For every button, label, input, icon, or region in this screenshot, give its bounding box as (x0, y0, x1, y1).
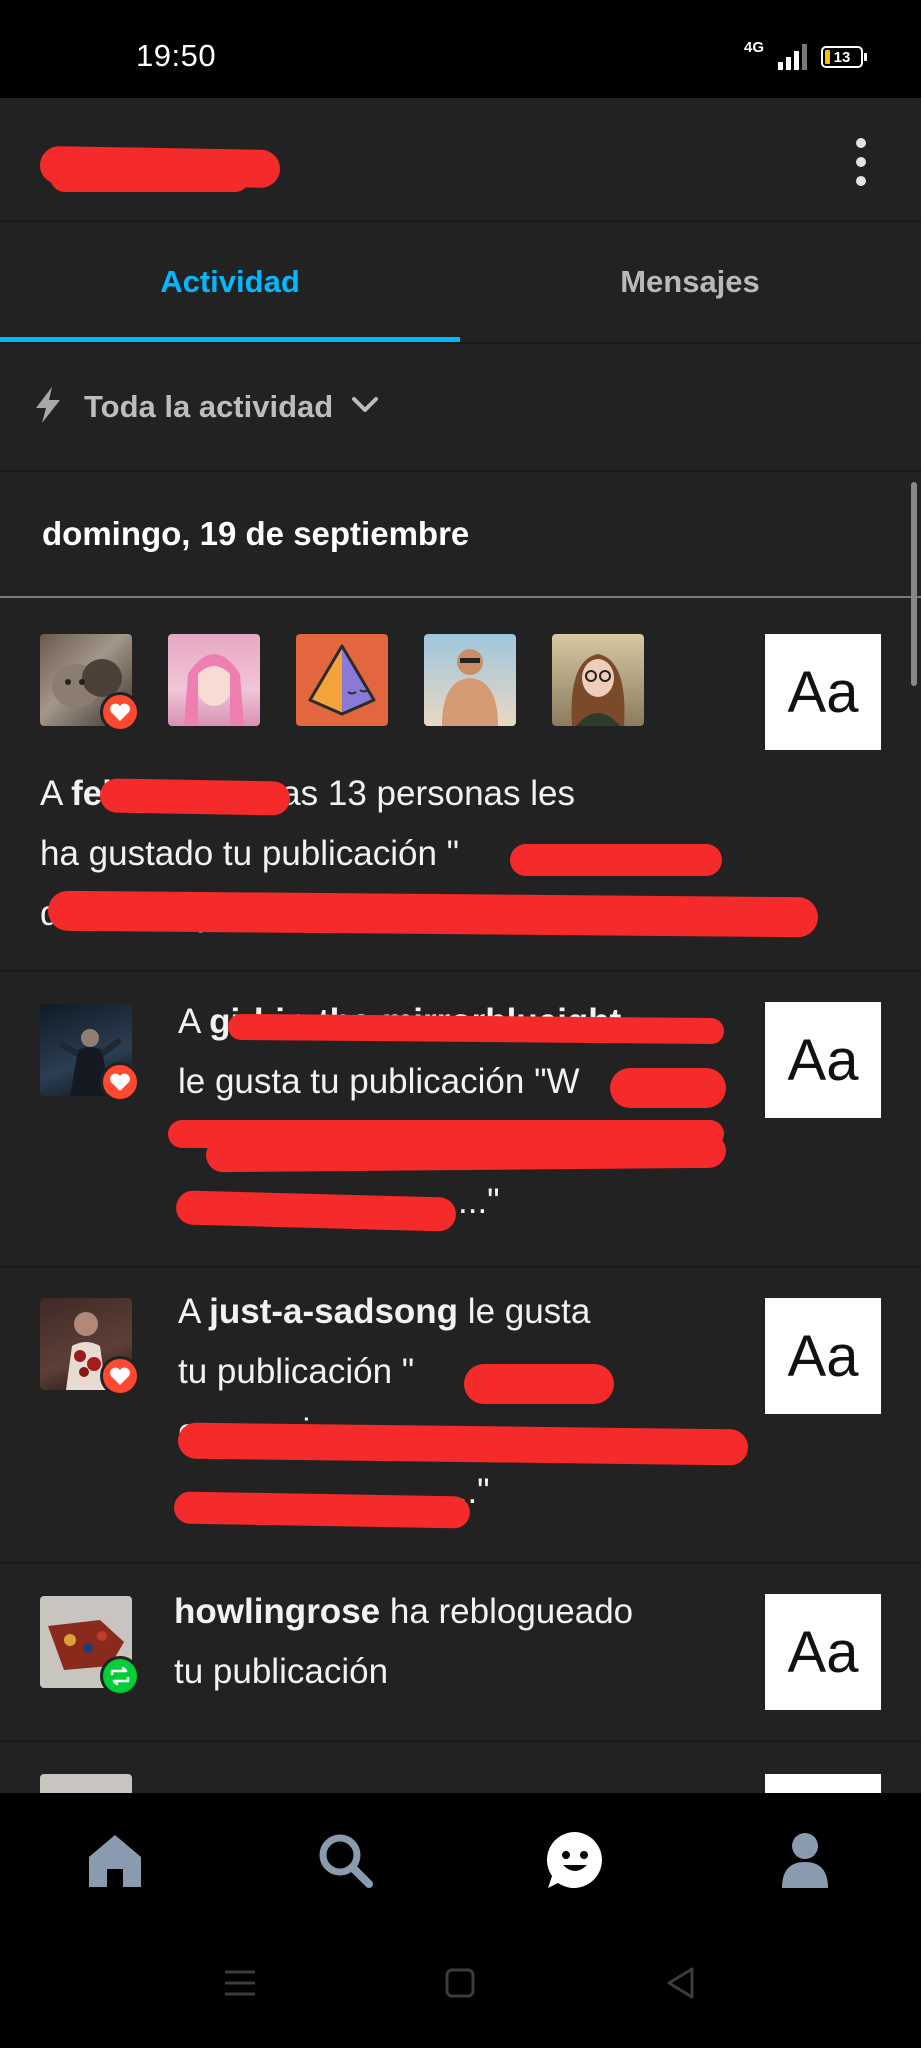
tab-messages[interactable]: Mensajes (460, 222, 920, 342)
bottom-nav (0, 1793, 921, 1933)
home-icon[interactable] (80, 1825, 150, 1895)
account-icon[interactable] (770, 1825, 840, 1895)
avatar[interactable] (424, 634, 516, 726)
status-time: 19:50 (136, 38, 217, 73)
like-badge-icon (100, 692, 140, 732)
more-options-icon[interactable] (849, 138, 873, 186)
post-thumbnail[interactable]: Aa (765, 634, 881, 750)
notification-text: howlingrose ha reblogueado tu publicació… (174, 1592, 634, 1691)
list-item-partial (40, 1774, 132, 1793)
notification-username[interactable]: just-a-sadsong (209, 1292, 458, 1331)
filter-label: Toda la actividad (84, 389, 334, 424)
list-item-partial-thumb (765, 1774, 881, 1793)
chevron-down-icon (351, 396, 379, 419)
battery-level: 13 (833, 48, 851, 66)
avatar[interactable] (296, 634, 388, 726)
system-nav (0, 1933, 921, 2048)
avatar[interactable] (552, 634, 644, 726)
menu-icon[interactable] (220, 1963, 260, 2003)
notification-item[interactable]: Aa A girl-in-the-mirrorblueight le gusta… (0, 972, 921, 1268)
status-bar: 19:50 4G 13 (0, 0, 921, 98)
back-icon[interactable] (660, 1963, 700, 2003)
active-tab-indicator (0, 337, 460, 342)
reblog-badge-icon (100, 1656, 140, 1696)
like-badge-icon (100, 1062, 140, 1102)
avatar[interactable] (168, 634, 260, 726)
post-thumbnail[interactable]: Aa (765, 1298, 881, 1414)
notification-username[interactable]: howlingrose (174, 1592, 380, 1631)
network-type: 4G (743, 38, 764, 56)
activity-smiley-icon[interactable] (540, 1825, 610, 1895)
battery-icon: 13 (821, 46, 867, 68)
lightning-icon (32, 385, 64, 430)
home-square-icon[interactable] (440, 1963, 480, 2003)
like-badge-icon (100, 1356, 140, 1396)
signal-icon (778, 44, 807, 70)
username-redacted (39, 145, 285, 192)
app-header (0, 98, 921, 222)
tab-activity[interactable]: Actividad (0, 222, 460, 342)
search-icon[interactable] (310, 1825, 380, 1895)
notification-item[interactable]: Aa A just-a-sadsong le gusta tu publicac… (0, 1268, 921, 1564)
date-header: domingo, 19 de septiembre (0, 472, 921, 598)
status-icons: 4G 13 (744, 39, 867, 70)
notification-text: A just-a-sadsong le gusta tu publicación… (178, 1292, 591, 1511)
post-thumbnail[interactable]: Aa (765, 1002, 881, 1118)
notification-item[interactable]: Aa howlingrose ha reblogueado tu publica… (0, 1564, 921, 1742)
notification-item[interactable]: Aa A felin ine y otras 13 personas les h… (0, 598, 921, 972)
tab-bar: Actividad Mensajes (0, 222, 921, 344)
post-thumbnail[interactable]: Aa (765, 1594, 881, 1710)
activity-filter[interactable]: Toda la actividad (0, 344, 921, 472)
app-screen: Actividad Mensajes Toda la actividad dom… (0, 98, 921, 1793)
